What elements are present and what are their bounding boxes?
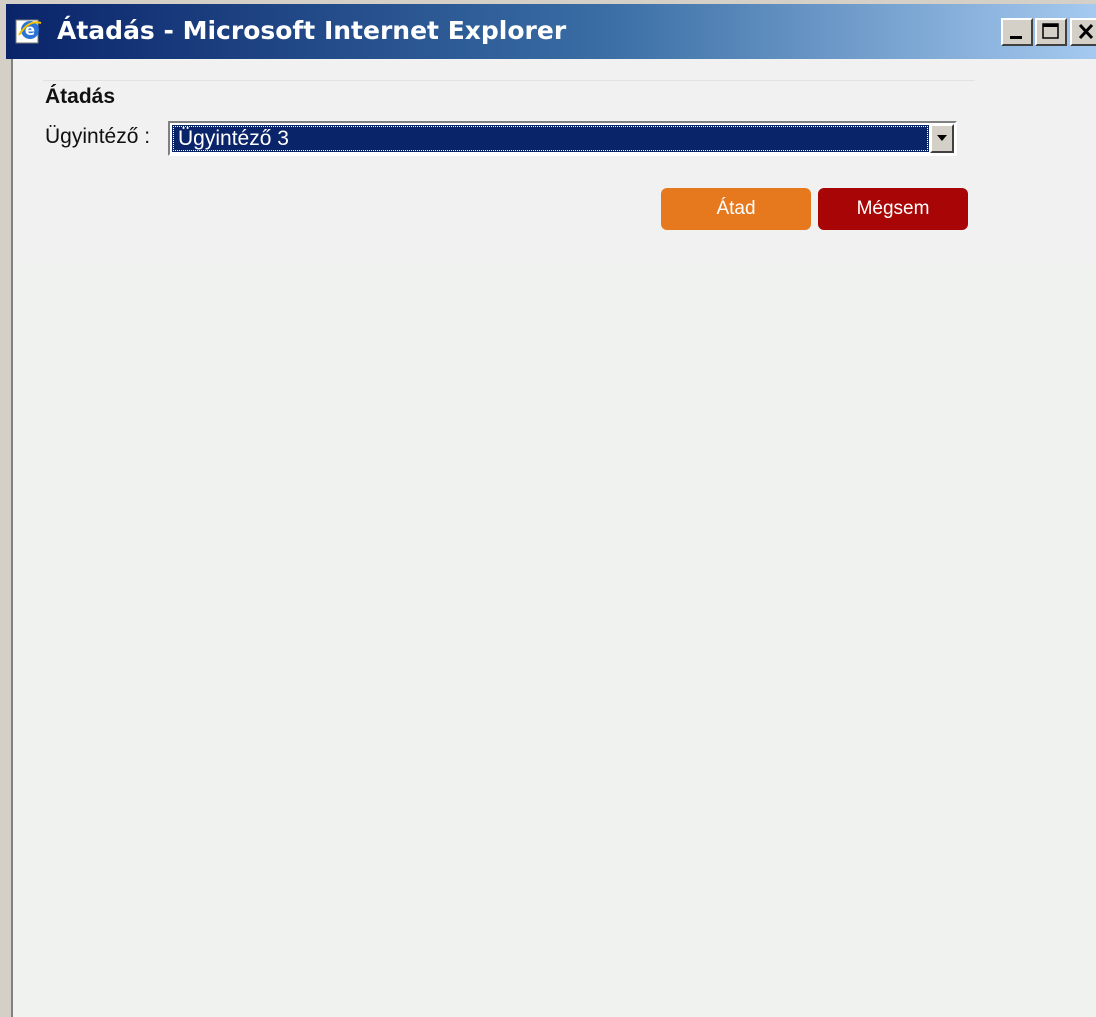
maximize-icon (1042, 23, 1059, 39)
browser-window: e Átadás - Microsoft Internet Explorer Á (0, 0, 1096, 1017)
minimize-button[interactable] (1001, 18, 1033, 46)
internet-explorer-icon: e (15, 17, 43, 45)
handler-select[interactable]: Ügyintéző 3 (168, 121, 957, 156)
cancel-button[interactable]: Mégsem (818, 188, 968, 230)
minimize-icon (1010, 36, 1022, 39)
select-dropdown-button[interactable] (930, 124, 954, 153)
title-bar[interactable]: e Átadás - Microsoft Internet Explorer (6, 4, 1096, 59)
maximize-button[interactable] (1035, 18, 1067, 46)
handler-select-value[interactable]: Ügyintéző 3 (172, 125, 929, 152)
divider (43, 80, 975, 81)
close-icon (1078, 23, 1094, 40)
chevron-down-icon (937, 135, 947, 141)
page-content: Átadás Ügyintéző : Ügyintéző 3 Átad Mégs… (11, 59, 1096, 1017)
close-button[interactable] (1070, 18, 1096, 46)
handler-label: Ügyintéző : (45, 125, 151, 148)
transfer-button[interactable]: Átad (661, 188, 811, 230)
window-title: Átadás - Microsoft Internet Explorer (57, 16, 567, 45)
dialog-heading: Átadás (45, 85, 116, 108)
transfer-dialog: Átadás Ügyintéző : Ügyintéző 3 Átad Mégs… (13, 59, 1096, 267)
